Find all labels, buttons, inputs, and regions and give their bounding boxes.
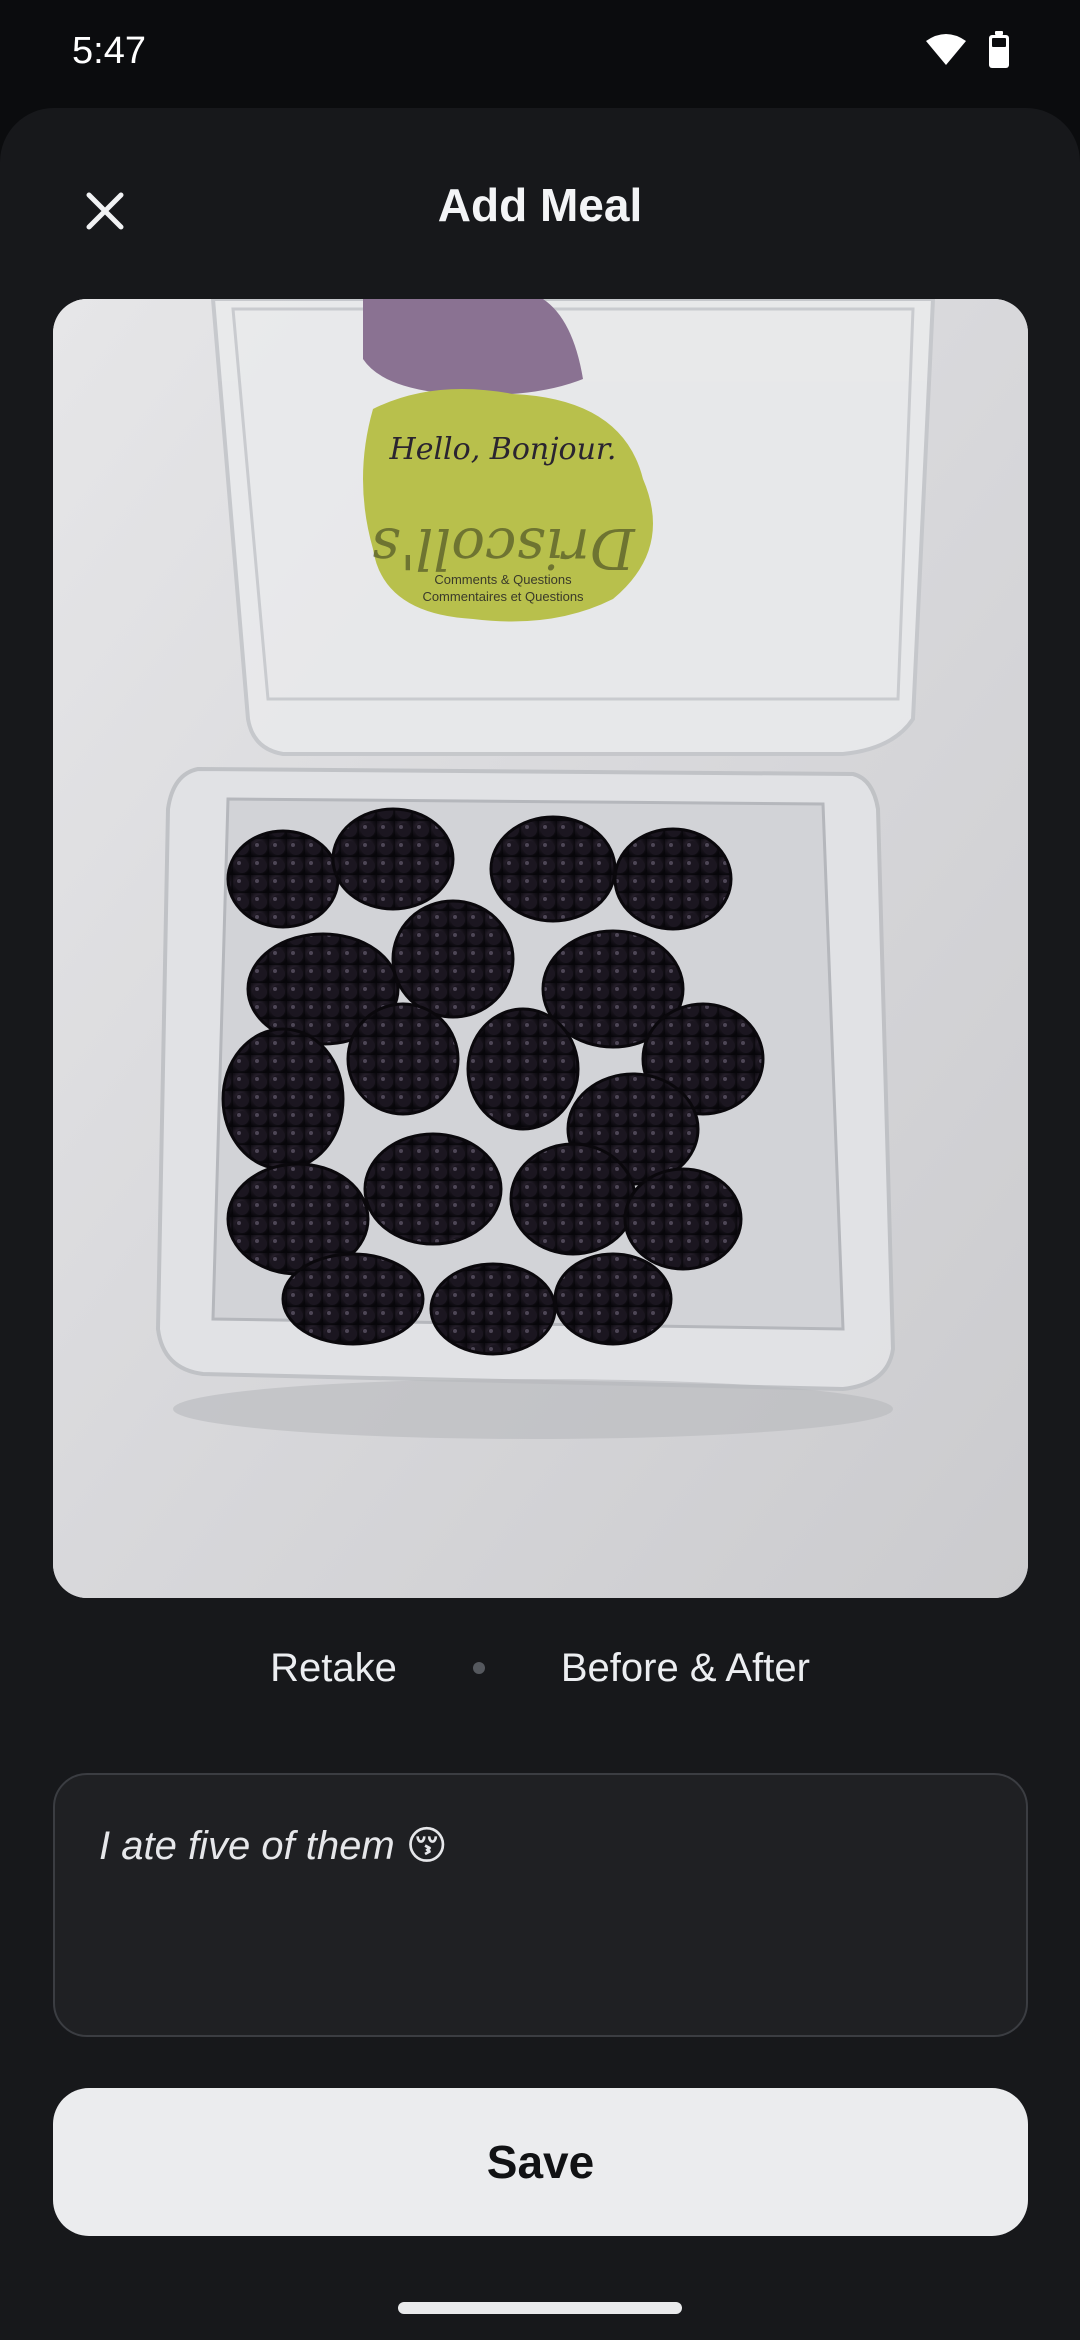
add-meal-sheet: Add Meal Hello, Bonjour. Driscoll's Comm…: [0, 108, 1080, 2340]
meal-note-value: I ate five of them 😚: [99, 1824, 448, 1868]
blackberry: [363, 1132, 503, 1246]
before-after-button[interactable]: Before & After: [541, 1636, 830, 1701]
blackberry: [429, 1262, 557, 1356]
page-title: Add Meal: [437, 179, 643, 231]
meal-note-input[interactable]: I ate five of them 😚: [53, 1773, 1028, 2037]
blackberry: [221, 1027, 345, 1171]
blackberry: [226, 829, 340, 929]
retake-button[interactable]: Retake: [250, 1636, 417, 1701]
meal-photo-image: Hello, Bonjour. Driscoll's Comments & Qu…: [53, 299, 1028, 1598]
save-button[interactable]: Save: [53, 2088, 1028, 2236]
label-brand-text: Driscoll's: [371, 515, 635, 580]
home-indicator: [398, 2302, 682, 2314]
blackberry: [553, 1252, 673, 1346]
separator-dot: [472, 1662, 485, 1674]
blackberry: [466, 1007, 580, 1131]
blackberry: [509, 1142, 637, 1256]
battery-icon: [988, 30, 1010, 74]
blackberry: [623, 1167, 743, 1271]
label-commentaires-text: Commentaires et Questions: [422, 589, 584, 604]
save-button-label: Save: [486, 2136, 595, 2188]
label-comments-text: Comments & Questions: [434, 572, 572, 587]
blackberry: [331, 807, 455, 911]
blackberry: [391, 899, 515, 1019]
status-time: 5:47: [72, 30, 146, 72]
blackberry: [346, 1002, 460, 1116]
blackberry: [489, 815, 617, 923]
wifi-icon: [926, 33, 966, 72]
meal-photo: Hello, Bonjour. Driscoll's Comments & Qu…: [53, 299, 1028, 1598]
label-hello-text: Hello, Bonjour.: [389, 432, 617, 467]
blackberry: [281, 1252, 425, 1346]
photo-actions: Retake Before & After: [0, 1628, 1080, 1708]
blackberry: [613, 827, 733, 931]
status-bar: 5:47: [0, 0, 1080, 108]
status-icons: [926, 30, 1010, 74]
